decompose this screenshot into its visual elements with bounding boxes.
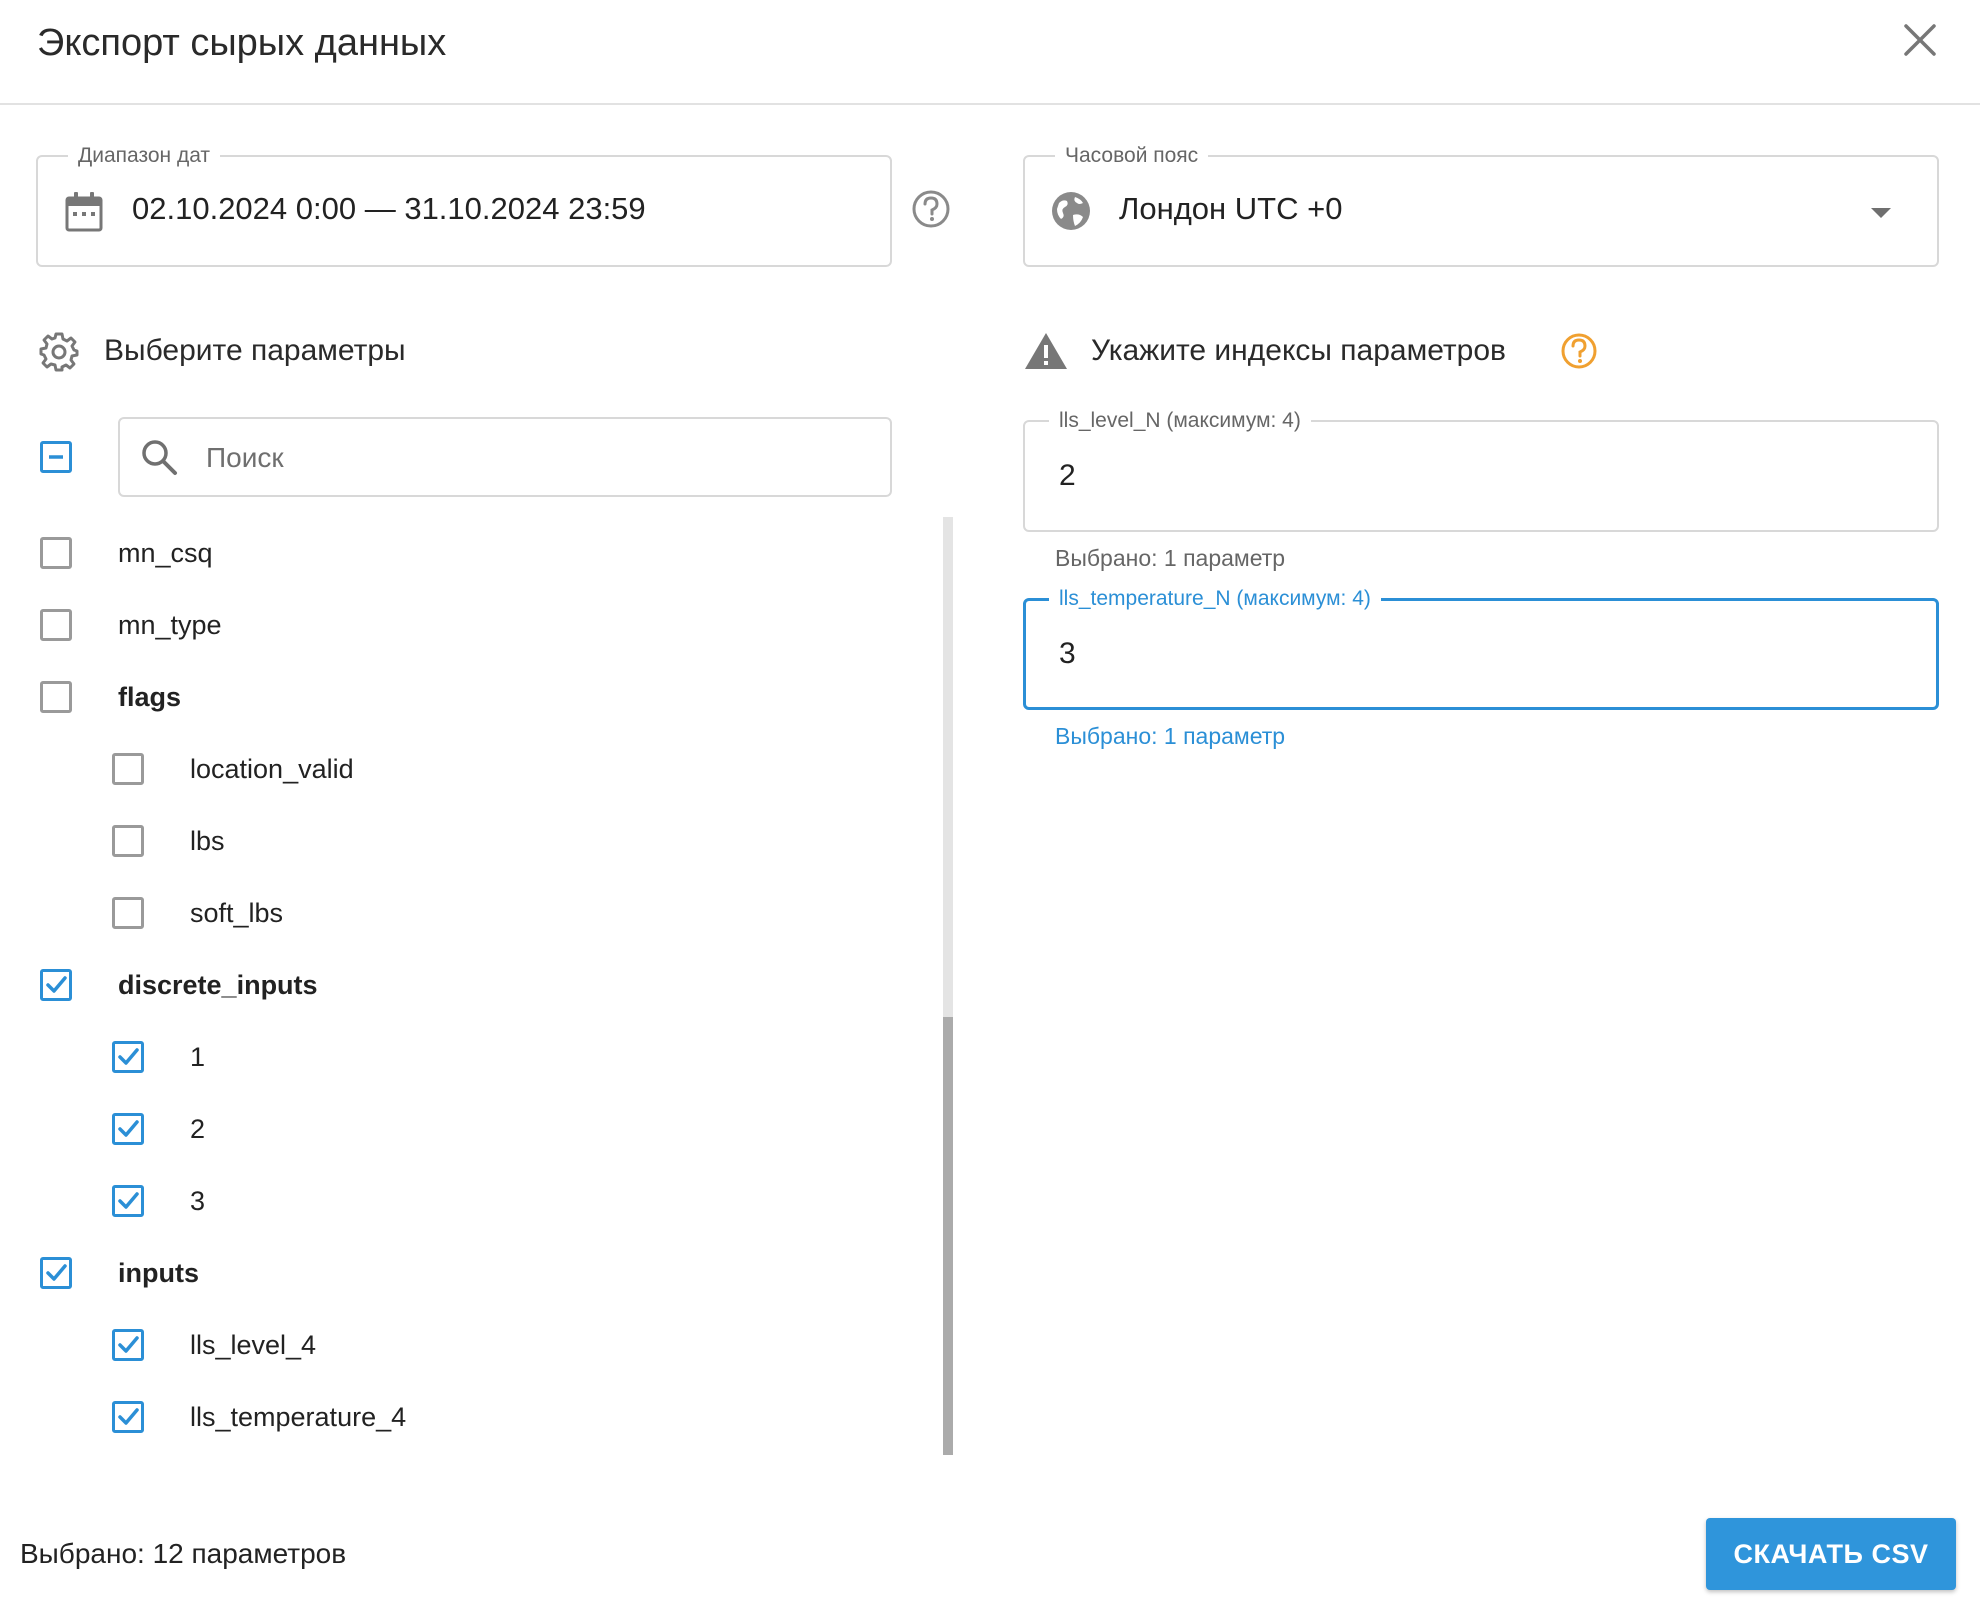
dialog-title: Экспорт сырых данных xyxy=(37,22,447,64)
close-button[interactable] xyxy=(1898,18,1942,62)
param-group-label: flags xyxy=(118,682,182,712)
param-row[interactable] xyxy=(106,1173,874,1229)
minus-icon xyxy=(49,455,63,459)
search-input[interactable] xyxy=(204,431,868,485)
index-field-lls-temperature[interactable]: lls_temperature_N (максимум: 4) 3 xyxy=(1023,586,1939,710)
calendar-icon xyxy=(65,192,103,232)
param-label: 3 xyxy=(190,1186,206,1216)
close-icon xyxy=(1904,24,1936,56)
index-field-lls-level[interactable]: lls_level_N (максимум: 4) 2 xyxy=(1023,408,1939,532)
index-field-helper: Выбрано: 1 параметр xyxy=(1055,723,1286,749)
param-checkbox[interactable] xyxy=(40,609,72,641)
param-checkbox[interactable] xyxy=(40,681,72,713)
index-field-label: lls_level_N (максимум: 4) xyxy=(1049,408,1311,434)
param-label: lls_level_4 xyxy=(190,1330,317,1360)
help-circle-icon[interactable] xyxy=(911,189,951,229)
param-group-label: inputs xyxy=(118,1258,199,1288)
param-checkbox[interactable] xyxy=(112,825,144,857)
param-row[interactable] xyxy=(106,1101,874,1157)
index-field-label: lls_temperature_N (максимум: 4) xyxy=(1049,586,1381,612)
warning-icon xyxy=(1025,333,1067,369)
check-icon xyxy=(46,976,67,993)
param-label: 1 xyxy=(190,1042,206,1072)
param-label: location_valid xyxy=(190,754,354,784)
check-icon xyxy=(46,1264,67,1281)
timezone-select[interactable]: Часовой пояс Лондон UTC +0 xyxy=(1023,143,1939,267)
index-field-value: 2 xyxy=(1059,459,1076,492)
date-range-field[interactable]: Диапазон дат 02.10.2024 0:00 — 31.10.202… xyxy=(36,143,892,267)
param-label: 2 xyxy=(190,1114,206,1144)
gear-icon xyxy=(39,332,79,372)
date-range-label: Диапазон дат xyxy=(68,143,221,169)
param-checkbox[interactable] xyxy=(112,897,144,929)
export-dialog: Экспорт сырых данных Диапазон дат 02.10.… xyxy=(0,0,1980,1614)
param-label: lls_temperature_4 xyxy=(190,1402,407,1432)
param-label: mn_type xyxy=(118,610,222,640)
date-range-value: 02.10.2024 0:00 — 31.10.2024 23:59 xyxy=(132,191,646,226)
param-row[interactable] xyxy=(106,1029,874,1085)
download-csv-button[interactable]: СКАЧАТЬ CSV xyxy=(1706,1518,1956,1590)
params-section-title: Выберите параметры xyxy=(104,334,406,367)
dialog-header: Экспорт сырых данных xyxy=(0,0,1980,105)
search-box xyxy=(118,417,892,497)
select-all-checkbox[interactable] xyxy=(40,441,72,473)
param-checkbox[interactable] xyxy=(40,969,72,1001)
selected-count: Выбрано: 12 параметров xyxy=(20,1538,347,1569)
check-icon xyxy=(118,1192,139,1209)
check-icon xyxy=(118,1336,139,1353)
check-icon xyxy=(118,1120,139,1137)
param-checkbox[interactable] xyxy=(40,1257,72,1289)
check-icon xyxy=(118,1408,139,1425)
param-label: mn_csq xyxy=(118,538,213,568)
param-checkbox[interactable] xyxy=(40,537,72,569)
timezone-value: Лондон UTC +0 xyxy=(1119,191,1343,226)
index-field-helper: Выбрано: 1 параметр xyxy=(1055,545,1286,571)
param-checkbox[interactable] xyxy=(112,1185,144,1217)
indexes-section-title: Укажите индексы параметров xyxy=(1091,334,1506,367)
scrollbar-thumb[interactable] xyxy=(943,1017,953,1455)
param-checkbox[interactable] xyxy=(112,1401,144,1433)
search-icon xyxy=(142,440,177,475)
check-icon xyxy=(118,1048,139,1065)
scrollbar-track[interactable] xyxy=(943,517,953,1455)
param-checkbox[interactable] xyxy=(112,1113,144,1145)
param-checkbox[interactable] xyxy=(112,1329,144,1361)
param-checkbox[interactable] xyxy=(112,1041,144,1073)
param-label: lbs xyxy=(190,826,225,856)
chevron-down-icon xyxy=(1871,208,1891,218)
globe-icon xyxy=(1052,192,1090,230)
help-circle-icon[interactable] xyxy=(1560,332,1598,370)
param-label: soft_lbs xyxy=(190,898,284,928)
param-group-label: discrete_inputs xyxy=(118,970,318,1000)
timezone-label: Часовой пояс xyxy=(1055,143,1209,169)
param-checkbox[interactable] xyxy=(112,753,144,785)
index-field-value: 3 xyxy=(1059,637,1076,670)
